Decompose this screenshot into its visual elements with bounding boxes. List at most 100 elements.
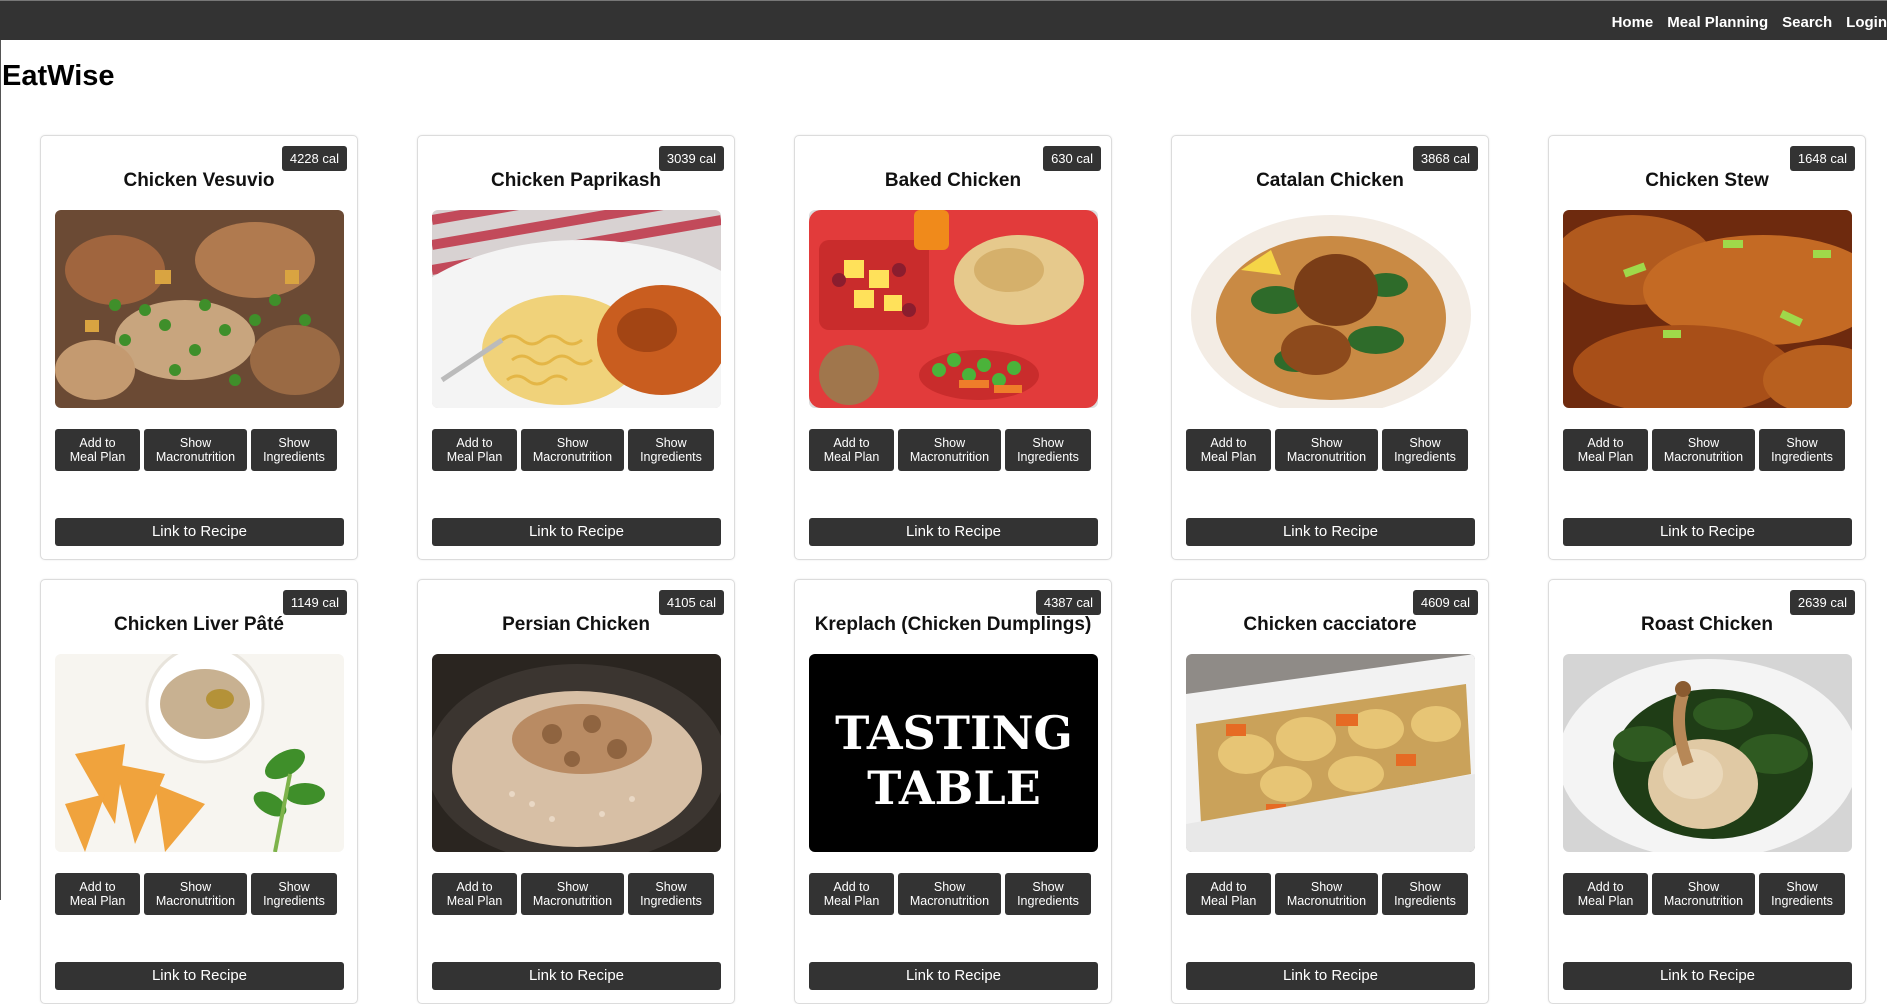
nav-links: Home Meal Planning Search Login	[1612, 14, 1887, 31]
recipe-title: Roast Chicken	[1641, 614, 1773, 635]
show-ingredients-button[interactable]: Show Ingredients	[1005, 429, 1091, 471]
show-ingredients-button[interactable]: Show Ingredients	[1382, 429, 1468, 471]
recipe-grid: 4228 cal Chicken Vesuvio Add to Meal Plan…	[40, 135, 1866, 1004]
show-macronutrition-button[interactable]: Show Macronutrition	[1652, 873, 1755, 915]
link-to-recipe-button[interactable]: Link to Recipe	[55, 518, 344, 546]
recipe-title: Chicken Liver Pâté	[113, 614, 285, 635]
recipe-actions: Add to Meal Plan Show Macronutrition Show I…	[1186, 873, 1468, 915]
add-to-meal-plan-button[interactable]: Add to Meal Plan	[432, 429, 517, 471]
calorie-badge: 1648 cal	[1789, 146, 1855, 171]
link-to-recipe-button[interactable]: Link to Recipe	[55, 962, 344, 990]
calorie-badge: 4387 cal	[1035, 590, 1101, 615]
calorie-badge: 1149 cal	[282, 590, 347, 615]
calorie-badge: 3039 cal	[658, 146, 724, 171]
calorie-badge: 2639 cal	[1789, 590, 1855, 615]
recipe-title: Chicken cacciatore	[1243, 614, 1417, 635]
chicken-vesuvio-photo	[55, 210, 344, 408]
svg-text:TABLE: TABLE	[867, 761, 1041, 815]
chicken-stew-photo	[1563, 210, 1852, 408]
chicken-paprikash-photo	[432, 210, 721, 408]
show-macronutrition-button[interactable]: Show Macronutrition	[144, 429, 247, 471]
recipe-actions: Add to Meal Plan Show Macronutrition Show I…	[1186, 429, 1468, 471]
link-to-recipe-button[interactable]: Link to Recipe	[809, 518, 1098, 546]
link-to-recipe-button[interactable]: Link to Recipe	[1563, 962, 1852, 990]
add-to-meal-plan-button[interactable]: Add to Meal Plan	[1563, 873, 1648, 915]
link-to-recipe-button[interactable]: Link to Recipe	[432, 518, 721, 546]
svg-text:TASTING: TASTING	[835, 706, 1073, 760]
recipe-actions: Add to Meal Plan Show Macronutrition Show I…	[55, 873, 337, 915]
recipe-card: 4228 cal Chicken Vesuvio Add to Meal Plan…	[40, 135, 358, 560]
show-macronutrition-button[interactable]: Show Macronutrition	[1275, 873, 1378, 915]
recipe-actions: Add to Meal Plan Show Macronutrition Show I…	[432, 873, 714, 915]
show-ingredients-button[interactable]: Show Ingredients	[628, 873, 714, 915]
add-to-meal-plan-button[interactable]: Add to Meal Plan	[1186, 873, 1271, 915]
show-macronutrition-button[interactable]: Show Macronutrition	[1652, 429, 1755, 471]
recipe-title: Catalan Chicken	[1256, 170, 1404, 191]
recipe-card: 3039 cal Chicken Paprikash Add to Meal Pl…	[417, 135, 735, 560]
recipe-card: 4105 cal Persian Chicken Add to Meal Plan…	[417, 579, 735, 1004]
show-macronutrition-button[interactable]: Show Macronutrition	[898, 873, 1001, 915]
recipe-actions: Add to Meal Plan Show Macronutrition Show I…	[1563, 873, 1845, 915]
show-ingredients-button[interactable]: Show Ingredients	[1759, 429, 1845, 471]
show-macronutrition-button[interactable]: Show Macronutrition	[521, 429, 624, 471]
recipe-actions: Add to Meal Plan Show Macronutrition Show I…	[1563, 429, 1845, 471]
link-to-recipe-button[interactable]: Link to Recipe	[432, 962, 721, 990]
add-to-meal-plan-button[interactable]: Add to Meal Plan	[1563, 429, 1648, 471]
show-macronutrition-button[interactable]: Show Macronutrition	[898, 429, 1001, 471]
recipe-card: 1648 cal Chicken Stew Add to Meal Plan Sh…	[1548, 135, 1866, 560]
show-macronutrition-button[interactable]: Show Macronutrition	[1275, 429, 1378, 471]
recipe-title: Baked Chicken	[884, 170, 1022, 191]
recipe-actions: Add to Meal Plan Show Macronutrition Show I…	[809, 429, 1091, 471]
recipe-actions: Add to Meal Plan Show Macronutrition Show I…	[432, 429, 714, 471]
link-to-recipe-button[interactable]: Link to Recipe	[1186, 962, 1475, 990]
calorie-badge: 4105 cal	[658, 590, 724, 615]
add-to-meal-plan-button[interactable]: Add to Meal Plan	[809, 429, 894, 471]
calorie-badge: 4228 cal	[281, 146, 347, 171]
recipe-actions: Add to Meal Plan Show Macronutrition Show I…	[55, 429, 337, 471]
nav-meal-planning-link[interactable]: Meal Planning	[1667, 14, 1768, 31]
add-to-meal-plan-button[interactable]: Add to Meal Plan	[809, 873, 894, 915]
recipe-title: Persian Chicken	[502, 614, 650, 635]
show-ingredients-button[interactable]: Show Ingredients	[251, 873, 337, 915]
roast-chicken-photo	[1563, 654, 1852, 852]
left-border	[0, 40, 1, 900]
site-title: EatWise	[2, 60, 115, 92]
calorie-badge: 630 cal	[1043, 146, 1101, 171]
recipe-title: Kreplach (Chicken Dumplings)	[814, 614, 1092, 635]
recipe-card: 4609 cal Chicken cacciatore Add to Meal P…	[1171, 579, 1489, 1004]
top-navbar: Home Meal Planning Search Login	[0, 0, 1887, 40]
recipe-actions: Add to Meal Plan Show Macronutrition Show I…	[809, 873, 1091, 915]
show-macronutrition-button[interactable]: Show Macronutrition	[521, 873, 624, 915]
nav-search-link[interactable]: Search	[1782, 14, 1832, 31]
calorie-badge: 4609 cal	[1412, 590, 1478, 615]
add-to-meal-plan-button[interactable]: Add to Meal Plan	[1186, 429, 1271, 471]
show-ingredients-button[interactable]: Show Ingredients	[1382, 873, 1468, 915]
nav-login-link[interactable]: Login	[1846, 14, 1887, 31]
recipe-card: 1149 cal Chicken Liver Pâté Add to Meal P…	[40, 579, 358, 1004]
nav-home-link[interactable]: Home	[1612, 14, 1654, 31]
show-macronutrition-button[interactable]: Show Macronutrition	[144, 873, 247, 915]
link-to-recipe-button[interactable]: Link to Recipe	[1563, 518, 1852, 546]
calorie-badge: 3868 cal	[1412, 146, 1478, 171]
link-to-recipe-button[interactable]: Link to Recipe	[809, 962, 1098, 990]
recipe-card: 4387 cal Kreplach (Chicken Dumplings) TA…	[794, 579, 1112, 1004]
add-to-meal-plan-button[interactable]: Add to Meal Plan	[55, 873, 140, 915]
show-ingredients-button[interactable]: Show Ingredients	[1759, 873, 1845, 915]
recipe-card: 3868 cal Catalan Chicken Add to Meal Plan…	[1171, 135, 1489, 560]
link-to-recipe-button[interactable]: Link to Recipe	[1186, 518, 1475, 546]
recipe-title: Chicken Vesuvio	[123, 170, 275, 191]
add-to-meal-plan-button[interactable]: Add to Meal Plan	[432, 873, 517, 915]
add-to-meal-plan-button[interactable]: Add to Meal Plan	[55, 429, 140, 471]
show-ingredients-button[interactable]: Show Ingredients	[1005, 873, 1091, 915]
tasting-table-logo: TASTING TABLE	[809, 654, 1098, 852]
recipe-card: 630 cal Baked Chicken Add to Meal Plan Sh…	[794, 135, 1112, 560]
recipe-title: Chicken Paprikash	[490, 170, 662, 191]
chicken-liver-pate-photo	[55, 654, 344, 852]
persian-chicken-photo	[432, 654, 721, 852]
show-ingredients-button[interactable]: Show Ingredients	[251, 429, 337, 471]
recipe-card: 2639 cal Roast Chicken Add to Meal Plan S…	[1548, 579, 1866, 1004]
show-ingredients-button[interactable]: Show Ingredients	[628, 429, 714, 471]
recipe-title: Chicken Stew	[1645, 170, 1769, 191]
baked-chicken-tray-photo	[809, 210, 1098, 408]
chicken-cacciatore-photo	[1186, 654, 1475, 852]
